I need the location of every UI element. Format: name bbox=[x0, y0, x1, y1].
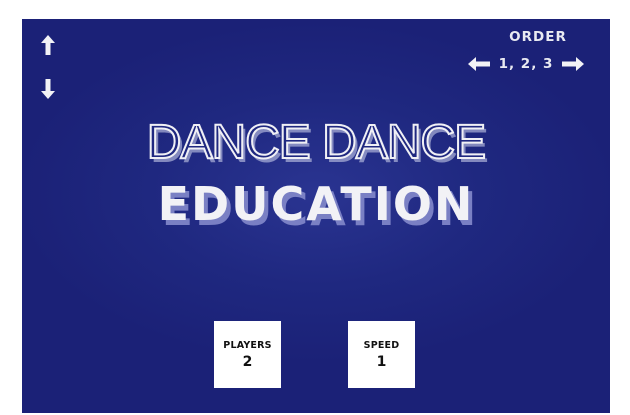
players-label: PLAYERS bbox=[223, 339, 272, 351]
down-arrow-icon[interactable] bbox=[36, 75, 60, 103]
up-arrow-icon[interactable] bbox=[36, 31, 60, 59]
players-value: 2 bbox=[242, 353, 253, 370]
right-arrow-icon[interactable] bbox=[562, 57, 585, 71]
left-arrow-icon[interactable] bbox=[467, 57, 490, 71]
order-selector: ORDER 1, 2, 3 bbox=[456, 29, 596, 72]
game-title-line1: DANCE DANCE bbox=[146, 115, 487, 170]
game-title-line2: EDUCATION bbox=[157, 177, 475, 231]
speed-label: SPEED bbox=[363, 339, 400, 351]
players-button[interactable]: PLAYERS 2 bbox=[214, 321, 281, 388]
speed-value: 1 bbox=[376, 353, 387, 370]
order-row: 1, 2, 3 bbox=[456, 56, 596, 72]
order-value: 1, 2, 3 bbox=[498, 56, 554, 72]
order-label: ORDER bbox=[509, 29, 567, 45]
game-screen: ORDER 1, 2, 3 DANCE DANCE EDUCATION PLAY… bbox=[22, 19, 610, 413]
speed-button[interactable]: SPEED 1 bbox=[348, 321, 415, 388]
